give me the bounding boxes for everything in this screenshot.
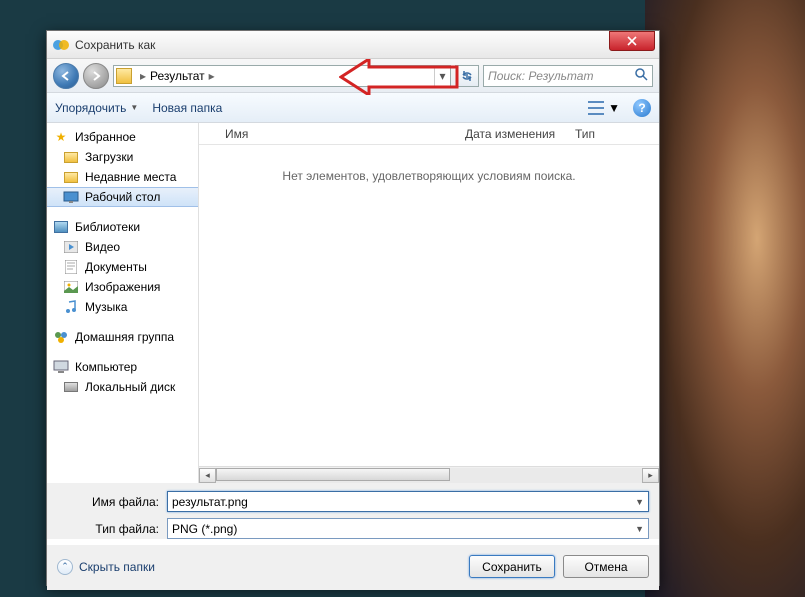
new-folder-label: Новая папка <box>152 101 222 115</box>
filename-input[interactable]: результат.png ▼ <box>167 491 649 512</box>
close-button[interactable] <box>609 31 655 51</box>
sidebar-item-documents[interactable]: Документы <box>47 257 198 277</box>
sidebar-item-localdisk[interactable]: Локальный диск <box>47 377 198 397</box>
new-folder-button[interactable]: Новая папка <box>152 101 222 115</box>
sidebar-label: Видео <box>85 240 120 254</box>
search-input[interactable]: Поиск: Результат <box>483 65 653 87</box>
filename-label: Имя файла: <box>57 495 167 509</box>
collapse-icon: ⌃ <box>57 559 73 575</box>
libraries-icon <box>53 219 69 235</box>
command-toolbar: Упорядочить ▼ Новая папка ▼ ? <box>47 93 659 123</box>
app-icon <box>53 37 69 53</box>
folder-icon <box>116 68 132 84</box>
column-name[interactable]: Имя <box>219 127 459 141</box>
save-label: Сохранить <box>482 560 542 574</box>
help-icon: ? <box>638 101 645 115</box>
sidebar-item-music[interactable]: Музыка <box>47 297 198 317</box>
save-button[interactable]: Сохранить <box>469 555 555 578</box>
chevron-down-icon[interactable]: ▼ <box>635 497 644 507</box>
hide-folders-label: Скрыть папки <box>79 560 155 574</box>
filename-value: результат.png <box>172 495 248 509</box>
navigation-pane[interactable]: ★ Избранное Загрузки Недавние места Рабо… <box>47 123 199 483</box>
scroll-right-button[interactable]: ▸ <box>642 468 659 483</box>
arrow-right-icon <box>90 70 102 82</box>
star-icon: ★ <box>53 129 69 145</box>
cancel-button[interactable]: Отмена <box>563 555 649 578</box>
arrow-left-icon <box>60 70 72 82</box>
body-area: ★ Избранное Загрузки Недавние места Рабо… <box>47 123 659 483</box>
close-icon <box>627 36 637 46</box>
chevron-down-icon[interactable]: ▼ <box>635 524 644 534</box>
sidebar-favorites[interactable]: ★ Избранное <box>47 127 198 147</box>
document-icon <box>63 259 79 275</box>
column-date[interactable]: Дата изменения <box>459 127 569 141</box>
navigation-bar: ▸ Результат ▸ ▾ Поиск: Результат <box>47 59 659 93</box>
sidebar-item-videos[interactable]: Видео <box>47 237 198 257</box>
column-type[interactable]: Тип <box>569 127 629 141</box>
list-view-icon <box>588 101 604 115</box>
address-bar[interactable]: ▸ Результат ▸ ▾ <box>113 65 451 87</box>
sidebar-item-pictures[interactable]: Изображения <box>47 277 198 297</box>
drive-icon <box>63 379 79 395</box>
breadcrumb-separator-icon: ▸ <box>136 69 150 83</box>
pictures-icon <box>63 279 79 295</box>
sidebar-label: Недавние места <box>85 170 176 184</box>
sidebar-label: Избранное <box>75 130 136 144</box>
breadcrumb-folder[interactable]: Результат <box>150 69 205 83</box>
empty-folder-message: Нет элементов, удовлетворяющих условиям … <box>199 169 659 183</box>
refresh-button[interactable] <box>455 65 479 87</box>
forward-button[interactable] <box>83 63 109 89</box>
folder-icon <box>63 169 79 185</box>
help-button[interactable]: ? <box>633 99 651 117</box>
sidebar-label: Компьютер <box>75 360 137 374</box>
homegroup-icon <box>53 329 69 345</box>
titlebar[interactable]: Сохранить как <box>47 31 659 59</box>
computer-icon <box>53 359 69 375</box>
sidebar-item-desktop[interactable]: Рабочий стол <box>47 187 198 207</box>
organize-menu[interactable]: Упорядочить ▼ <box>55 101 138 115</box>
scroll-track[interactable] <box>216 468 642 483</box>
sidebar-label: Изображения <box>85 280 160 294</box>
desktop-icon <box>63 189 79 205</box>
scroll-thumb[interactable] <box>216 468 450 481</box>
folder-icon <box>63 149 79 165</box>
filetype-label: Тип файла: <box>57 522 167 536</box>
horizontal-scrollbar[interactable]: ◂ ▸ <box>199 466 659 483</box>
back-button[interactable] <box>53 63 79 89</box>
sidebar-label: Библиотеки <box>75 220 140 234</box>
sidebar-label: Локальный диск <box>85 380 175 394</box>
save-as-dialog: Сохранить как ▸ Результат ▸ ▾ Поиск: Рез… <box>46 30 660 586</box>
sidebar-label: Музыка <box>85 300 127 314</box>
sidebar-computer[interactable]: Компьютер <box>47 357 198 377</box>
sidebar-libraries[interactable]: Библиотеки <box>47 217 198 237</box>
refresh-icon <box>460 69 474 83</box>
scroll-left-button[interactable]: ◂ <box>199 468 216 483</box>
column-headers: Имя Дата изменения Тип <box>199 123 659 145</box>
filetype-select[interactable]: PNG (*.png) ▼ <box>167 518 649 539</box>
search-placeholder: Поиск: Результат <box>488 69 593 83</box>
sidebar-homegroup[interactable]: Домашняя группа <box>47 327 198 347</box>
file-list[interactable]: Имя Дата изменения Тип Нет элементов, уд… <box>199 123 659 483</box>
sidebar-label: Рабочий стол <box>85 190 160 204</box>
dialog-footer: ⌃ Скрыть папки Сохранить Отмена <box>47 545 659 590</box>
sidebar-item-recent[interactable]: Недавние места <box>47 167 198 187</box>
address-dropdown[interactable]: ▾ <box>434 66 450 86</box>
search-icon <box>634 67 648 84</box>
chevron-down-icon: ▼ <box>130 103 138 112</box>
sidebar-label: Документы <box>85 260 147 274</box>
chevron-down-icon: ▼ <box>608 101 620 115</box>
music-icon <box>63 299 79 315</box>
window-title: Сохранить как <box>75 38 609 52</box>
cancel-label: Отмена <box>584 560 627 574</box>
organize-label: Упорядочить <box>55 101 126 115</box>
sidebar-label: Загрузки <box>85 150 133 164</box>
sidebar-item-downloads[interactable]: Загрузки <box>47 147 198 167</box>
sidebar-label: Домашняя группа <box>75 330 174 344</box>
form-area: Имя файла: результат.png ▼ Тип файла: PN… <box>47 483 659 539</box>
video-icon <box>63 239 79 255</box>
filetype-value: PNG (*.png) <box>172 522 237 536</box>
view-options-button[interactable]: ▼ <box>583 98 625 118</box>
breadcrumb-separator-icon: ▸ <box>205 69 219 83</box>
hide-folders-toggle[interactable]: ⌃ Скрыть папки <box>57 559 155 575</box>
